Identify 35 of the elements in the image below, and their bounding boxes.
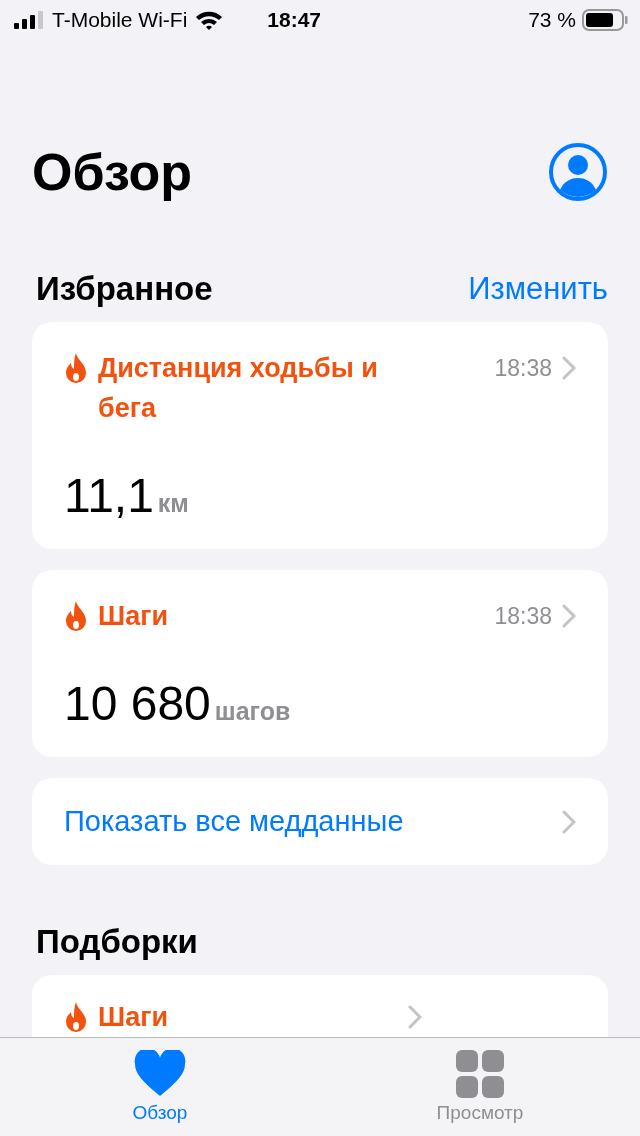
metric-value: 11,1 — [64, 468, 154, 523]
metric-card[interactable]: Дистанция ходьбы и бега 18:38 11,1 км — [32, 322, 608, 549]
metric-time: 18:38 — [494, 354, 552, 383]
highlight-title: Шаги — [98, 1001, 169, 1034]
tab-button[interactable]: Обзор — [0, 1038, 320, 1136]
chevron-right-icon — [562, 604, 576, 628]
section-title: Избранное — [36, 270, 213, 308]
metric-value: 10 680 — [64, 676, 211, 731]
metric-unit: км — [157, 489, 189, 518]
battery-icon — [582, 9, 628, 31]
tab-button[interactable]: Просмотр — [320, 1038, 640, 1136]
carrier-name: T-Mobile Wi-Fi — [52, 8, 188, 32]
metric-title: Дистанция ходьбы и бега — [98, 352, 379, 425]
battery-percent: 73 % — [528, 8, 576, 32]
chevron-right-icon — [408, 1005, 422, 1029]
edit-link[interactable]: Изменить — [468, 271, 608, 307]
chevron-right-icon — [562, 356, 576, 380]
wifi-icon — [195, 10, 224, 30]
metric-time: 18:38 — [494, 602, 552, 631]
status-time: 18:47 — [267, 8, 322, 32]
flame-icon — [64, 1001, 88, 1033]
flame-icon — [64, 600, 88, 632]
highlight-card[interactable]: Шаги — [32, 975, 608, 1037]
signal-icon — [14, 11, 44, 29]
section-title: Подборки — [36, 923, 198, 961]
grid-icon — [456, 1050, 504, 1098]
metric-unit: шагов — [214, 697, 291, 726]
heart-icon — [133, 1050, 187, 1098]
flame-icon — [64, 352, 88, 384]
metric-title: Шаги — [98, 600, 169, 633]
page-title: Обзор — [32, 142, 192, 202]
profile-icon[interactable] — [548, 142, 608, 202]
metric-card[interactable]: Шаги 18:38 10 680 шагов — [32, 570, 608, 757]
chevron-right-icon — [562, 809, 576, 834]
show-all-link[interactable]: Показать все медданные — [32, 778, 608, 865]
